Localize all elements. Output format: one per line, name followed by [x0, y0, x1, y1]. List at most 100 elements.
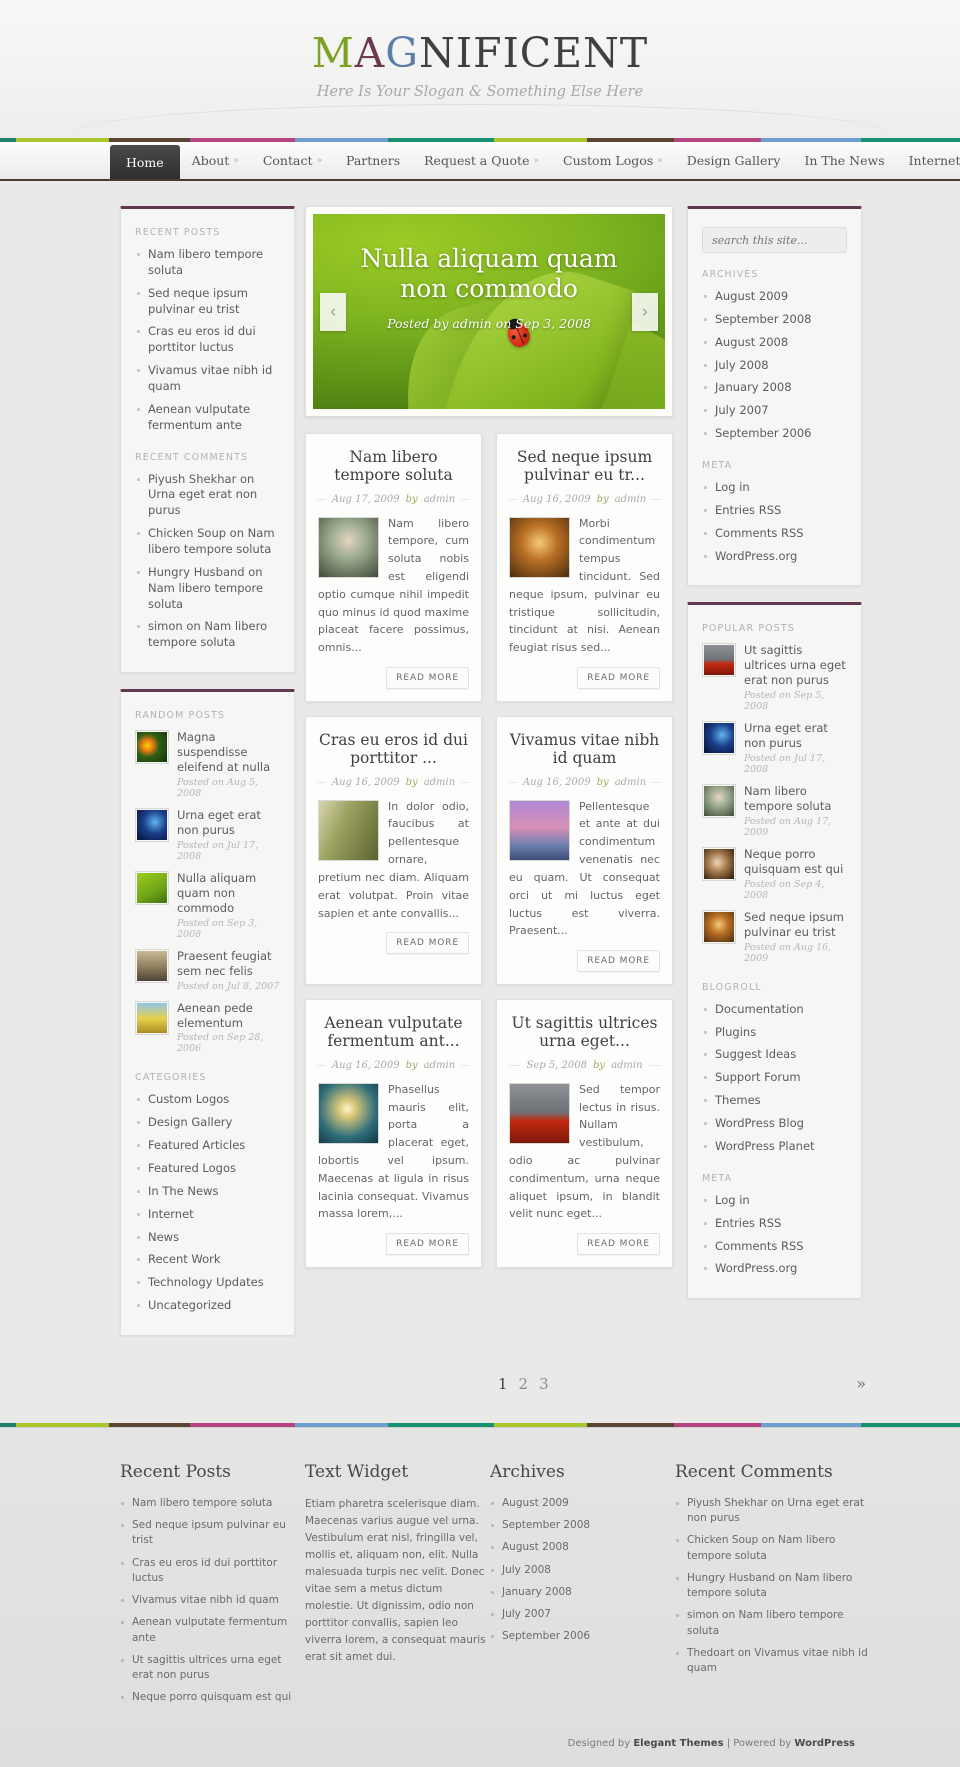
meta-link[interactable]: Log in: [702, 1193, 847, 1209]
read-more-button[interactable]: READ MORE: [577, 1233, 660, 1256]
slider-prev-arrow-icon[interactable]: ‹: [320, 292, 346, 331]
blogroll-link[interactable]: Suggest Ideas: [702, 1047, 847, 1063]
nav-item-in-the-news[interactable]: In The News: [792, 142, 896, 179]
post-card-title[interactable]: Nam libero tempore soluta: [318, 448, 469, 485]
read-more-button[interactable]: READ MORE: [386, 667, 469, 690]
footer-archive-link[interactable]: September 2006: [490, 1629, 675, 1644]
post-card-author[interactable]: admin: [611, 1060, 642, 1071]
popular-post-item[interactable]: Ut sagittis ultrices urna eget erat non …: [702, 643, 847, 712]
category-link[interactable]: Featured Logos: [135, 1161, 280, 1177]
post-title[interactable]: Nulla aliquam quam non commodo: [177, 871, 280, 916]
category-link[interactable]: Custom Logos: [135, 1092, 280, 1108]
post-title[interactable]: Ut sagittis ultrices urna eget erat non …: [744, 643, 847, 688]
blogroll-link[interactable]: WordPress Planet: [702, 1139, 847, 1155]
post-title[interactable]: Urna eget erat non purus: [744, 721, 847, 751]
blogroll-link[interactable]: Documentation: [702, 1002, 847, 1018]
nav-item-request-a-quote[interactable]: Request a Quote»: [412, 142, 551, 179]
nav-item-custom-logos[interactable]: Custom Logos»: [551, 142, 675, 179]
post-card-title[interactable]: Aenean vulputate fermentum ant...: [318, 1014, 469, 1051]
post-card-author[interactable]: admin: [424, 494, 455, 505]
random-post-item[interactable]: Praesent feugiat sem nec felis Posted on …: [135, 948, 280, 992]
read-more-button[interactable]: READ MORE: [386, 932, 469, 955]
category-link[interactable]: Technology Updates: [135, 1275, 280, 1291]
read-more-button[interactable]: READ MORE: [577, 667, 660, 690]
site-logo[interactable]: MAGNIFICENT: [0, 0, 960, 74]
featured-slide[interactable]: Nulla aliquam quam non commodo Posted by…: [313, 214, 665, 409]
blogroll-link[interactable]: WordPress Blog: [702, 1116, 847, 1132]
footer-recent-comment-link[interactable]: Piyush Shekhar on Urna eget erat non pur…: [675, 1496, 875, 1526]
recent-comment-link[interactable]: simon on Nam libero tempore soluta: [135, 619, 280, 651]
random-post-item[interactable]: Aenean pede elementum Posted on Sep 28, 2…: [135, 1000, 280, 1054]
popular-post-item[interactable]: Nam libero tempore soluta Posted on Aug 1…: [702, 784, 847, 838]
category-link[interactable]: News: [135, 1230, 280, 1246]
category-link[interactable]: In The News: [135, 1184, 280, 1200]
nav-item-design-gallery[interactable]: Design Gallery: [675, 142, 793, 179]
blogroll-link[interactable]: Plugins: [702, 1025, 847, 1041]
blogroll-link[interactable]: Support Forum: [702, 1070, 847, 1086]
pagination-page-2[interactable]: 2: [519, 1375, 529, 1393]
footer-recent-post-link[interactable]: Sed neque ipsum pulvinar eu trist: [120, 1518, 305, 1548]
archive-link[interactable]: July 2007: [702, 403, 847, 419]
recent-post-link[interactable]: Aenean vulputate fermentum ante: [135, 402, 280, 434]
recent-post-link[interactable]: Vivamus vitae nibh id quam: [135, 363, 280, 395]
footer-recent-post-link[interactable]: Ut sagittis ultrices urna eget erat non …: [120, 1653, 305, 1683]
read-more-button[interactable]: READ MORE: [386, 1233, 469, 1256]
post-card-title[interactable]: Sed neque ipsum pulvinar eu tr...: [509, 448, 660, 485]
archive-link[interactable]: January 2008: [702, 380, 847, 396]
popular-post-item[interactable]: Sed neque ipsum pulvinar eu trist Posted …: [702, 909, 847, 964]
post-card-title[interactable]: Ut sagittis ultrices urna eget...: [509, 1014, 660, 1051]
recent-post-link[interactable]: Cras eu eros id dui porttitor luctus: [135, 324, 280, 356]
footer-recent-post-link[interactable]: Cras eu eros id dui porttitor luctus: [120, 1556, 305, 1586]
blogroll-link[interactable]: Themes: [702, 1093, 847, 1109]
post-title[interactable]: Praesent feugiat sem nec felis: [177, 949, 280, 979]
pagination-next-icon[interactable]: »: [856, 1374, 866, 1393]
recent-post-link[interactable]: Nam libero tempore soluta: [135, 247, 280, 279]
post-title[interactable]: Sed neque ipsum pulvinar eu trist: [744, 910, 847, 940]
popular-post-item[interactable]: Neque porro quisquam est qui Posted on Se…: [702, 847, 847, 901]
recent-comment-link[interactable]: Chicken Soup on Nam libero tempore solut…: [135, 526, 280, 558]
slider-next-arrow-icon[interactable]: ›: [632, 292, 658, 331]
meta-link[interactable]: Comments RSS: [702, 526, 847, 542]
credit-brand-elegant-themes[interactable]: Elegant Themes: [633, 1738, 723, 1749]
post-card-title[interactable]: Vivamus vitae nibh id quam: [509, 731, 660, 768]
post-title[interactable]: Nam libero tempore soluta: [744, 784, 847, 814]
search-input[interactable]: [702, 227, 847, 253]
post-title[interactable]: Neque porro quisquam est qui: [744, 847, 847, 877]
recent-post-link[interactable]: Sed neque ipsum pulvinar eu trist: [135, 286, 280, 318]
post-card-author[interactable]: admin: [615, 777, 646, 788]
post-title[interactable]: Urna eget erat non purus: [177, 808, 280, 838]
nav-item-internet[interactable]: Internet»: [897, 142, 960, 179]
archive-link[interactable]: August 2008: [702, 335, 847, 351]
meta-link[interactable]: Comments RSS: [702, 1239, 847, 1255]
post-card-author[interactable]: admin: [424, 1060, 455, 1071]
footer-recent-comment-link[interactable]: Hungry Husband on Nam libero tempore sol…: [675, 1571, 875, 1601]
category-link[interactable]: Featured Articles: [135, 1138, 280, 1154]
credit-brand-wordpress[interactable]: WordPress: [794, 1738, 855, 1749]
footer-recent-post-link[interactable]: Vivamus vitae nibh id quam: [120, 1593, 305, 1608]
popular-post-item[interactable]: Urna eget erat non purus Posted on Jul 17…: [702, 721, 847, 775]
post-title[interactable]: Aenean pede elementum: [177, 1001, 280, 1031]
footer-recent-post-link[interactable]: Aenean vulputate fermentum ante: [120, 1615, 305, 1645]
meta-link[interactable]: WordPress.org: [702, 1261, 847, 1277]
footer-recent-comment-link[interactable]: simon on Nam libero tempore soluta: [675, 1608, 875, 1638]
pagination-page-3[interactable]: 3: [539, 1375, 549, 1393]
footer-archive-link[interactable]: August 2008: [490, 1540, 675, 1555]
archive-link[interactable]: September 2008: [702, 312, 847, 328]
category-link[interactable]: Design Gallery: [135, 1115, 280, 1131]
archive-link[interactable]: August 2009: [702, 289, 847, 305]
read-more-button[interactable]: READ MORE: [577, 950, 660, 973]
archive-link[interactable]: July 2008: [702, 358, 847, 374]
meta-link[interactable]: Entries RSS: [702, 1216, 847, 1232]
category-link[interactable]: Recent Work: [135, 1252, 280, 1268]
recent-comment-link[interactable]: Piyush Shekhar on Urna eget erat non pur…: [135, 472, 280, 520]
footer-archive-link[interactable]: July 2007: [490, 1607, 675, 1622]
category-link[interactable]: Internet: [135, 1207, 280, 1223]
nav-item-contact[interactable]: Contact»: [251, 142, 334, 179]
meta-link[interactable]: WordPress.org: [702, 549, 847, 565]
footer-archive-link[interactable]: September 2008: [490, 1518, 675, 1533]
meta-link[interactable]: Log in: [702, 480, 847, 496]
post-title[interactable]: Magna suspendisse eleifend at nulla: [177, 730, 280, 775]
recent-comment-link[interactable]: Hungry Husband on Nam libero tempore sol…: [135, 565, 280, 613]
nav-item-about[interactable]: About»: [180, 142, 251, 179]
post-card-author[interactable]: admin: [615, 494, 646, 505]
